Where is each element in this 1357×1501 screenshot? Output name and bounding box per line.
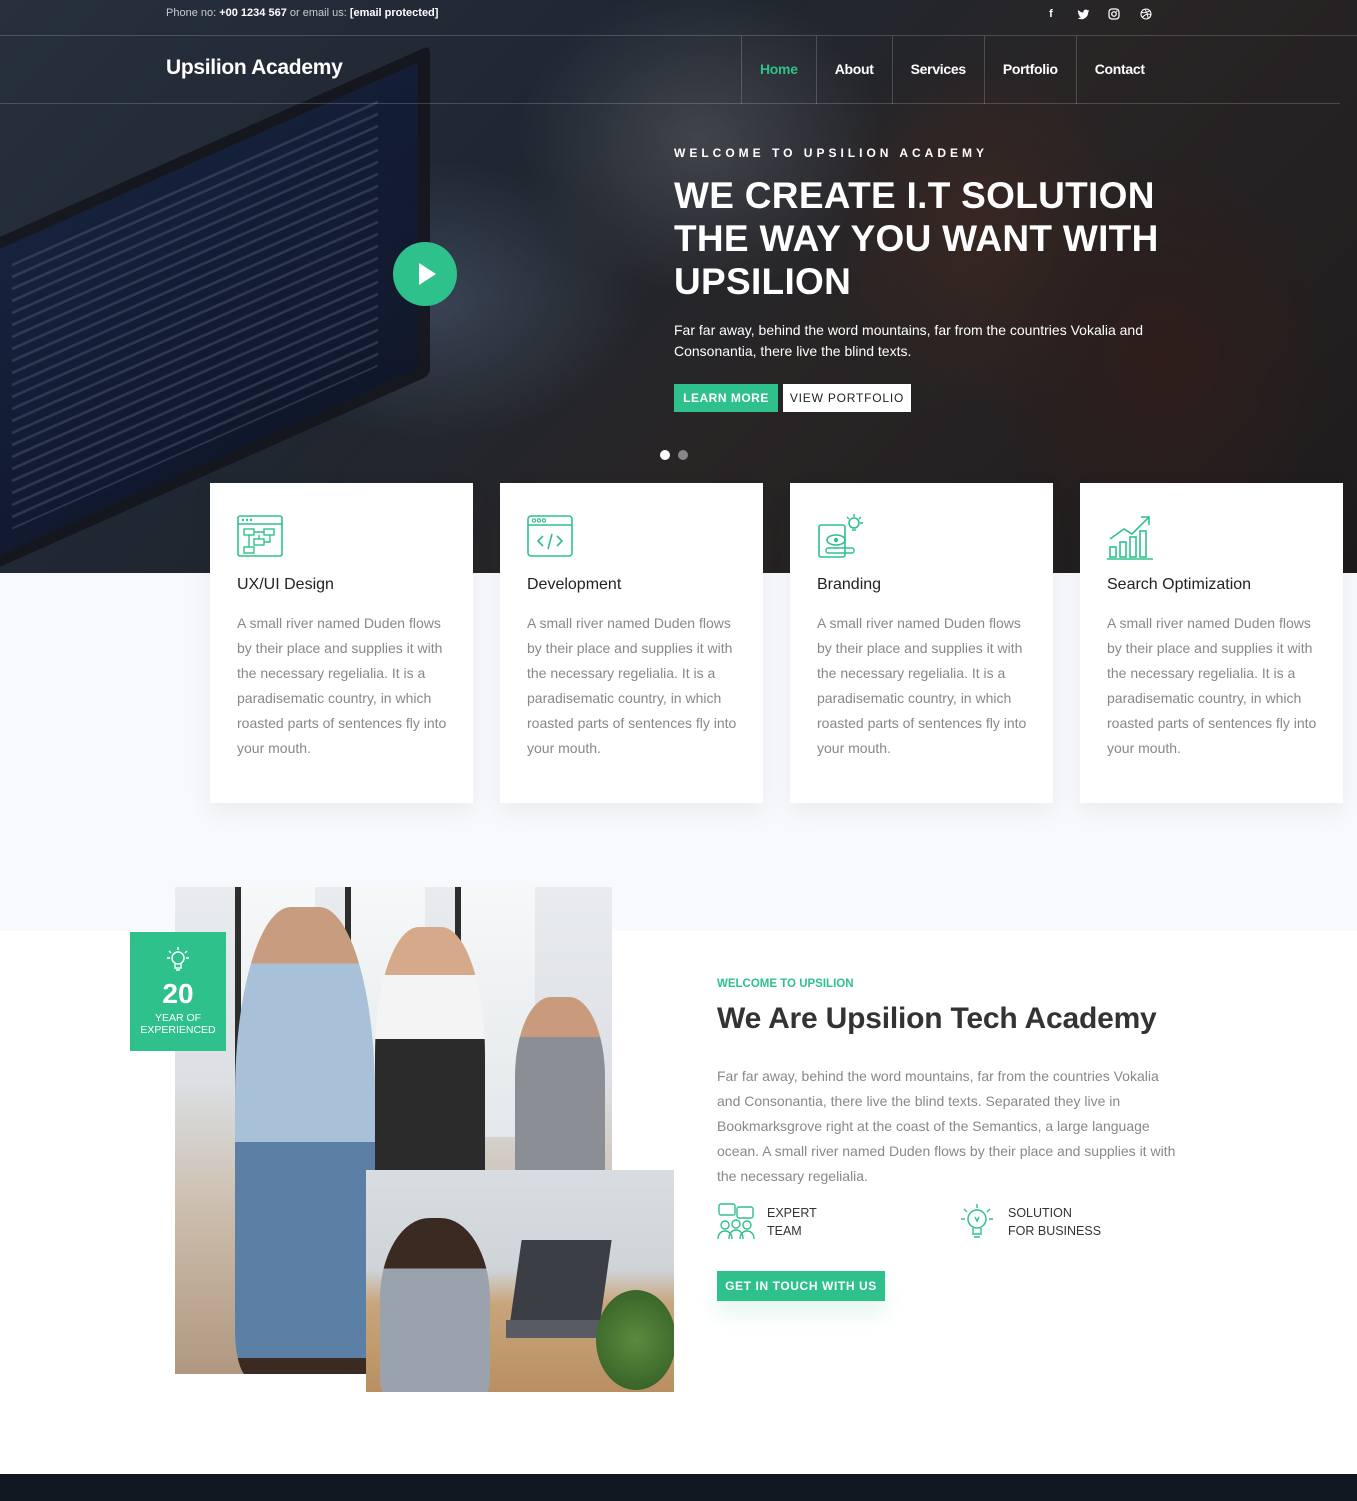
twitter-icon[interactable]	[1075, 6, 1091, 22]
code-icon	[527, 515, 573, 557]
service-card[interactable]: Search Optimization A small river named …	[1080, 483, 1343, 803]
slider-dot-2[interactable]	[678, 450, 688, 460]
nav-menu: Home About Services Portfolio Contact	[741, 36, 1163, 104]
service-text: A small river named Duden flows by their…	[527, 615, 737, 756]
service-text: A small river named Duden flows by their…	[817, 615, 1027, 756]
facebook-icon[interactable]: f	[1043, 6, 1059, 22]
about-text: Far far away, behind the word mountains,…	[717, 1068, 1176, 1184]
nav-item-portfolio[interactable]: Portfolio	[983, 36, 1076, 104]
service-title: Branding	[817, 576, 882, 593]
lightbulb-icon	[961, 1204, 993, 1238]
get-in-touch-button[interactable]: GET IN TOUCH WITH US	[717, 1271, 885, 1301]
nav-item-contact[interactable]: Contact	[1075, 36, 1163, 104]
service-card[interactable]: Branding A small river named Duden flows…	[790, 483, 1053, 803]
lightbulb-icon	[167, 947, 189, 971]
brand-logo[interactable]: Upsilion Academy	[166, 56, 343, 80]
feature-label-line-1: EXPERT	[767, 1206, 817, 1220]
footer	[0, 1474, 1357, 1501]
service-card[interactable]: Development A small river named Duden fl…	[500, 483, 763, 803]
play-video-button[interactable]	[393, 242, 457, 306]
ux-design-icon	[237, 515, 283, 557]
branding-icon	[818, 514, 863, 558]
slider-dot-1[interactable]	[660, 450, 670, 460]
feature-label-line-2: FOR BUSINESS	[1008, 1224, 1102, 1238]
view-portfolio-button[interactable]: VIEW PORTFOLIO	[783, 384, 911, 412]
years-label-line-2: EXPERIENCED	[140, 1024, 216, 1036]
service-text: A small river named Duden flows by their…	[1107, 615, 1317, 756]
expert-team-icon	[717, 1203, 755, 1240]
dribbble-icon[interactable]	[1138, 6, 1154, 22]
hero-subheading: WELCOME TO UPSILION ACADEMY	[674, 146, 989, 160]
instagram-icon[interactable]	[1106, 6, 1122, 22]
service-card[interactable]: UX/UI Design A small river named Duden f…	[210, 483, 473, 803]
feature-label: EXPERT TEAM	[767, 1204, 887, 1240]
nav-item-about[interactable]: About	[815, 36, 892, 104]
years-label: YEAR OF EXPERIENCED	[130, 1012, 226, 1036]
topbar-contact: Phone no: +00 1234 567 or email us: [ema…	[166, 7, 438, 19]
about-subheading: WELCOME TO UPSILION	[717, 978, 854, 990]
years-label-line-1: YEAR OF	[154, 1012, 202, 1024]
service-title: Development	[527, 576, 622, 593]
hero-title: WE CREATE I.T SOLUTION THE WAY YOU WANT …	[674, 175, 1159, 302]
growth-chart-icon	[1107, 516, 1153, 560]
experience-badge: 20 YEAR OF EXPERIENCED	[130, 932, 226, 1051]
years-number: 20	[162, 978, 194, 1009]
about-title: We Are Upsilion Tech Academy	[717, 1002, 1157, 1035]
phone-number[interactable]: +00 1234 567	[219, 7, 287, 19]
service-text: A small river named Duden flows by their…	[237, 615, 447, 756]
topbar: Phone no: +00 1234 567 or email us: [ema…	[0, 0, 1357, 36]
nav-item-services[interactable]: Services	[891, 36, 984, 104]
contact-prefix: Phone no:	[166, 7, 217, 19]
student-laptop-photo	[366, 1170, 674, 1392]
contact-mid: or email us:	[289, 7, 347, 19]
email-link[interactable]: [email protected]	[350, 7, 439, 19]
hero-text: Far far away, behind the word mountains,…	[674, 322, 1143, 359]
feature-label: SOLUTION FOR BUSINESS	[1008, 1204, 1128, 1240]
learn-more-button[interactable]: LEARN MORE	[674, 384, 778, 412]
navbar: Upsilion Academy Home About Services Por…	[0, 36, 1340, 104]
nav-item-home[interactable]: Home	[741, 36, 816, 104]
feature-label-line-2: TEAM	[767, 1224, 802, 1238]
service-title: Search Optimization	[1107, 576, 1252, 593]
service-title: UX/UI Design	[237, 576, 334, 593]
feature-label-line-1: SOLUTION	[1008, 1206, 1072, 1220]
